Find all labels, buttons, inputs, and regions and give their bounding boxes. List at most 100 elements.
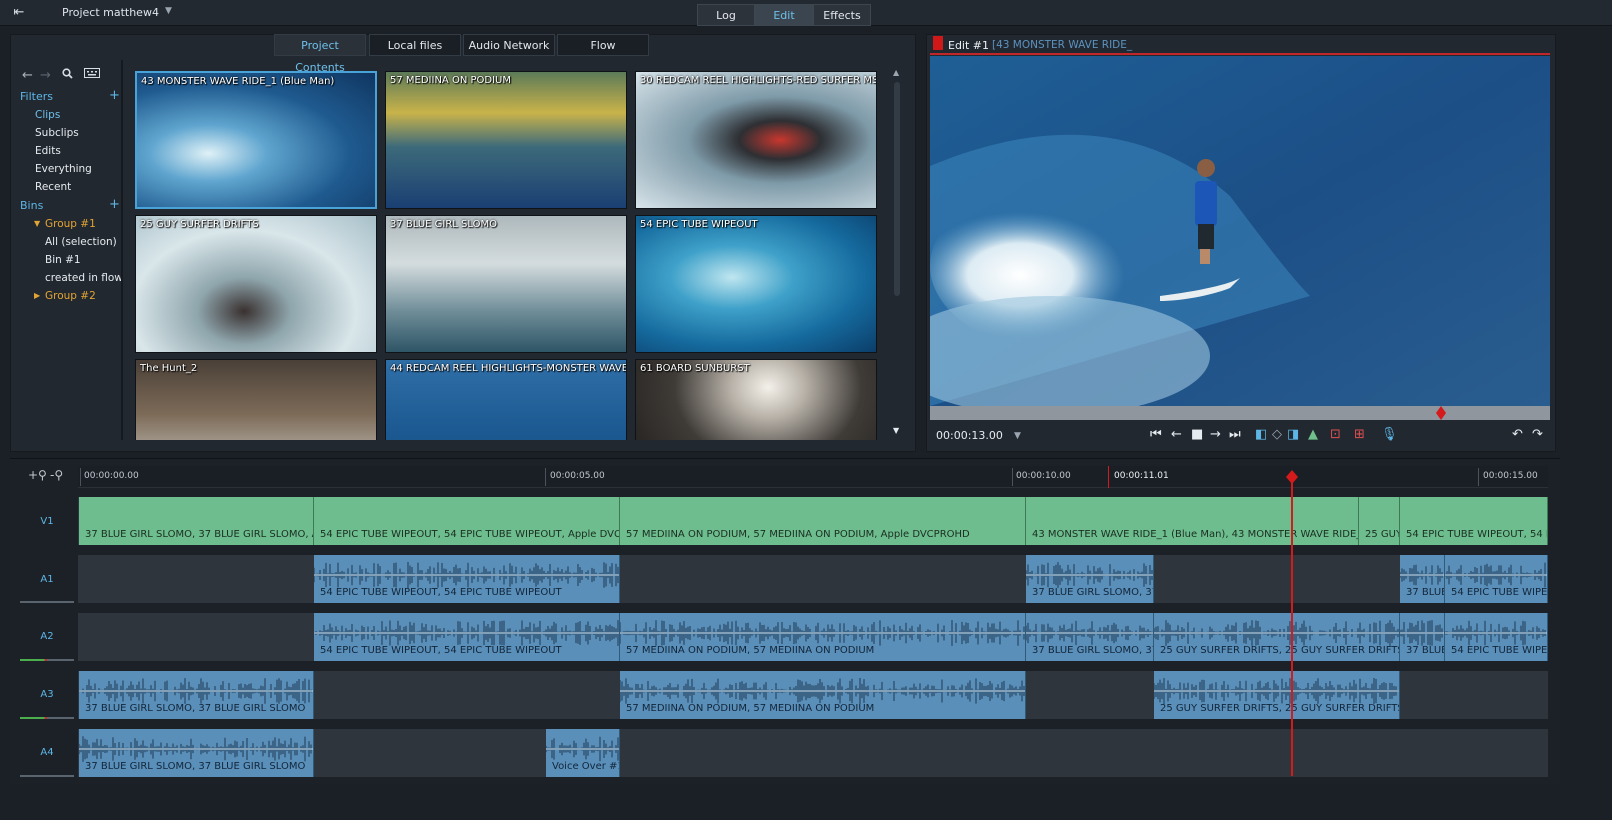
audio-clip[interactable]: 57 MEDIINA ON PODIUM, 57 MEDIINA ON PODI… bbox=[620, 671, 1026, 719]
video-clip[interactable]: 43 MONSTER WAVE RIDE_1 (Blue Man), 43 MO… bbox=[1026, 497, 1359, 545]
project-dropdown-icon[interactable]: ▼ bbox=[165, 6, 172, 16]
bin-all-selection[interactable]: All (selection) bbox=[45, 236, 117, 248]
scroll-up-icon[interactable]: ▲ bbox=[893, 68, 899, 77]
group-2[interactable]: Group #2 bbox=[45, 290, 96, 302]
audio-clip[interactable]: 54 EPIC TUBE WIPEOUT bbox=[1445, 555, 1548, 603]
bin-created-in-flow[interactable]: created in flow st bbox=[45, 272, 121, 284]
undo-icon[interactable]: ↶ bbox=[1512, 427, 1523, 442]
add-bin-icon[interactable]: + bbox=[109, 197, 120, 212]
exit-icon[interactable]: ⇤ bbox=[10, 5, 28, 21]
thumbnail[interactable]: 37 BLUE GIRL SLOMO bbox=[385, 215, 627, 353]
video-clip[interactable]: 54 EPIC TUBE WIPEOUT, 54 EPIC TUBE WIPEO… bbox=[1400, 497, 1548, 545]
stop-icon[interactable]: ■ bbox=[1191, 427, 1203, 442]
grid-scrollbar[interactable]: ▲ ▼ bbox=[890, 66, 904, 440]
thumbnail-label: 61 BOARD SUNBURST bbox=[640, 363, 750, 374]
video-clip[interactable]: 54 EPIC TUBE WIPEOUT, 54 EPIC TUBE WIPEO… bbox=[314, 497, 620, 545]
audio-clip[interactable]: Voice Over #1 bbox=[546, 729, 620, 777]
audio-clip[interactable]: 54 EPIC TUBE WIPEOUT, 54 EPIC TUBE WIPEO… bbox=[314, 555, 620, 603]
track-label-a4[interactable]: A4 bbox=[20, 747, 74, 758]
video-frame[interactable] bbox=[930, 56, 1550, 406]
scroll-down-icon[interactable]: ▼ bbox=[893, 426, 899, 435]
tab-audio-network[interactable]: Audio Network bbox=[463, 34, 555, 56]
filter-subclips[interactable]: Subclips bbox=[35, 127, 79, 139]
filter-edits[interactable]: Edits bbox=[35, 145, 61, 157]
tab-flow[interactable]: Flow bbox=[557, 34, 649, 56]
zoom-in-icon[interactable]: +⚲ bbox=[28, 468, 47, 482]
audio-clip[interactable]: 37 BLUE GIRL SLOMO, 37 BLUE GIRL SLOMO bbox=[79, 671, 314, 719]
tab-local-files[interactable]: Local files bbox=[369, 34, 461, 56]
keyboard-icon[interactable] bbox=[84, 68, 100, 81]
mark-in-icon[interactable]: ◧ bbox=[1255, 427, 1267, 442]
video-clip[interactable]: 25 GUY bbox=[1359, 497, 1400, 545]
thumbnail[interactable]: 25 GUY SURFER DRIFTS bbox=[135, 215, 377, 353]
audio-clip[interactable]: 25 GUY SURFER DRIFTS, 25 GUY SURFER DRIF… bbox=[1154, 671, 1400, 719]
clip-label: 54 EPIC TUBE WIPEOUT, 54 EPIC TUBE WIPEO… bbox=[320, 645, 562, 656]
audio-clip[interactable]: 57 MEDIINA ON PODIUM, 57 MEDIINA ON PODI… bbox=[620, 613, 1026, 661]
filter-clips[interactable]: Clips bbox=[35, 109, 60, 121]
filter-recent[interactable]: Recent bbox=[35, 181, 71, 193]
thumbnail[interactable]: 54 EPIC TUBE WIPEOUT bbox=[635, 215, 877, 353]
thumbnail[interactable]: 30 REDCAM REEL HIGHLIGHTS-RED SURFER MS bbox=[635, 71, 877, 209]
track-label-a1[interactable]: A1 bbox=[20, 574, 74, 585]
track-label-a3[interactable]: A3 bbox=[20, 689, 74, 700]
track-a1[interactable] bbox=[78, 555, 1548, 603]
audio-marker-icon[interactable]: ▲ bbox=[1308, 427, 1318, 442]
audio-clip[interactable]: 37 BLUE GIRL SLOMO, 37 BLUE GIRL SLOMO bbox=[79, 729, 314, 777]
step-back-icon[interactable]: ← bbox=[1171, 427, 1182, 442]
tab-effects[interactable]: Effects bbox=[813, 4, 871, 26]
audio-clip[interactable]: 54 EPIC TUBE WIPEOUT bbox=[1445, 613, 1548, 661]
timeline-playhead[interactable] bbox=[1291, 472, 1293, 776]
go-to-start-icon[interactable]: ⏮ bbox=[1150, 427, 1162, 442]
track-label-v1[interactable]: V1 bbox=[20, 516, 74, 527]
thumbnail[interactable]: 44 REDCAM REEL HIGHLIGHTS-MONSTER WAVE R… bbox=[385, 359, 627, 440]
viewer-timecode[interactable]: 00:00:13.00 bbox=[936, 429, 1003, 442]
ruler-tick bbox=[1012, 468, 1013, 486]
overwrite-icon[interactable]: ⊞ bbox=[1354, 427, 1365, 442]
timeline-ruler[interactable] bbox=[78, 466, 1548, 488]
group-1[interactable]: Group #1 bbox=[45, 218, 96, 230]
audio-clip[interactable]: 37 BLUE GIRL SLOMO, 37 BLUE GIRL SLOMO bbox=[1026, 613, 1154, 661]
playhead-handle-icon[interactable] bbox=[1285, 470, 1299, 484]
clip-label: 54 EPIC TUBE WIPEOUT bbox=[1451, 645, 1548, 656]
insert-icon[interactable]: ⊡ bbox=[1330, 427, 1341, 442]
tab-log[interactable]: Log bbox=[697, 4, 755, 26]
mark-clip-icon[interactable]: ◇ bbox=[1272, 427, 1282, 442]
audio-clip[interactable]: 37 BLUE bbox=[1400, 555, 1445, 603]
search-icon[interactable] bbox=[62, 68, 73, 82]
back-arrow-icon[interactable]: ← bbox=[22, 68, 33, 83]
audio-clip[interactable]: 37 BLUE bbox=[1400, 613, 1445, 661]
track-label-a2[interactable]: A2 bbox=[20, 631, 74, 642]
audio-waveform bbox=[314, 562, 619, 588]
audio-clip[interactable]: 54 EPIC TUBE WIPEOUT, 54 EPIC TUBE WIPEO… bbox=[314, 613, 620, 661]
project-name[interactable]: Project matthew4 bbox=[62, 6, 159, 19]
microphone-icon[interactable]: 🎙 bbox=[1381, 427, 1398, 442]
current-time-label: 00:00:11.01 bbox=[1114, 471, 1169, 481]
go-to-end-icon[interactable]: ⏭ bbox=[1229, 427, 1241, 442]
video-clip[interactable]: 37 BLUE GIRL SLOMO, 37 BLUE GIRL SLOMO, … bbox=[79, 497, 314, 545]
video-clip[interactable]: 57 MEDIINA ON PODIUM, 57 MEDIINA ON PODI… bbox=[620, 497, 1026, 545]
thumbnail[interactable]: 61 BOARD SUNBURST bbox=[635, 359, 877, 440]
mark-out-icon[interactable]: ◨ bbox=[1287, 427, 1299, 442]
step-forward-icon[interactable]: → bbox=[1210, 427, 1221, 442]
thumbnail[interactable]: The Hunt_2 bbox=[135, 359, 377, 440]
scrub-playhead-icon[interactable] bbox=[1436, 406, 1446, 420]
tab-project-contents[interactable]: Project Contents bbox=[274, 34, 366, 74]
side-nav: ← → Filters + Clips Subclips Edits Every… bbox=[12, 60, 122, 442]
thumbnail[interactable]: 43 MONSTER WAVE RIDE_1 (Blue Man) bbox=[135, 71, 377, 209]
thumbnail[interactable]: 57 MEDIINA ON PODIUM bbox=[385, 71, 627, 209]
side-divider[interactable] bbox=[121, 60, 123, 440]
forward-arrow-icon[interactable]: → bbox=[40, 68, 51, 83]
filter-everything[interactable]: Everything bbox=[35, 163, 92, 175]
bin-1[interactable]: Bin #1 bbox=[45, 254, 81, 266]
add-filter-icon[interactable]: + bbox=[109, 88, 120, 103]
zoom-out-icon[interactable]: -⚲ bbox=[50, 468, 63, 482]
group-collapse-icon[interactable]: ▶ bbox=[34, 291, 40, 300]
redo-icon[interactable]: ↷ bbox=[1532, 427, 1543, 442]
tab-edit[interactable]: Edit bbox=[755, 4, 813, 26]
scroll-thumb[interactable] bbox=[894, 82, 900, 296]
group-expand-icon[interactable]: ▼ bbox=[34, 219, 40, 228]
viewer-scrub-bar[interactable] bbox=[930, 406, 1550, 420]
timecode-dropdown-icon[interactable]: ▼ bbox=[1014, 431, 1021, 441]
audio-clip[interactable]: 37 BLUE GIRL SLOMO, 37 BLUE GIRL SLOMO bbox=[1026, 555, 1154, 603]
audio-clip[interactable]: 25 GUY SURFER DRIFTS, 25 GUY SURFER DRIF… bbox=[1154, 613, 1400, 661]
